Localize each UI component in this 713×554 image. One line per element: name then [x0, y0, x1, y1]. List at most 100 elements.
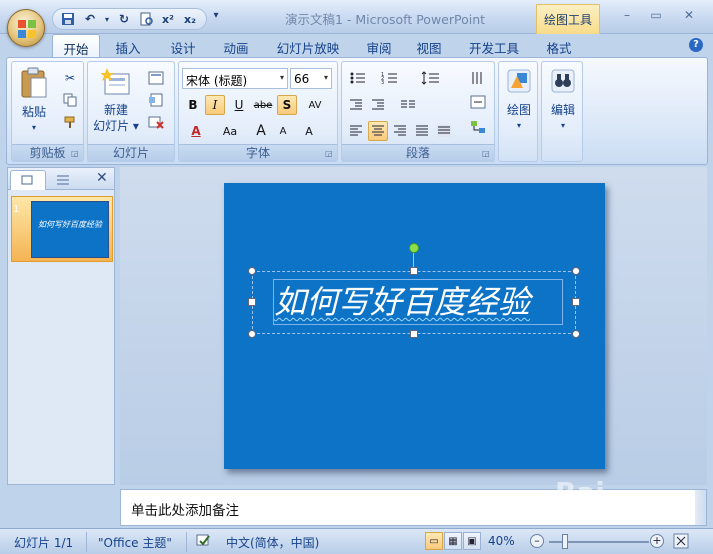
resize-handle-top-right[interactable]	[572, 267, 580, 275]
tab-review[interactable]: 审阅	[354, 34, 404, 58]
fit-to-window-icon[interactable]	[673, 533, 689, 552]
text-shadow-button[interactable]: S	[277, 95, 297, 115]
font-name-combo[interactable]: 宋体 (标题) ▾	[182, 68, 288, 89]
text-direction-icon[interactable]	[466, 68, 490, 88]
resize-handle-right[interactable]	[572, 298, 580, 306]
zoom-in-icon[interactable]: +	[650, 534, 664, 548]
smartart-icon[interactable]	[466, 117, 490, 137]
new-slide-label-2: 幻灯片 ▾	[93, 119, 139, 133]
close-pane-icon[interactable]: ✕	[96, 170, 110, 186]
zoom-level[interactable]: 40%	[488, 534, 515, 548]
reset-icon[interactable]	[146, 90, 166, 110]
columns-icon[interactable]	[394, 95, 422, 115]
change-case-button[interactable]: Aa	[215, 121, 245, 141]
notes-area[interactable]: 单击此处添加备注	[120, 489, 707, 526]
rotate-handle[interactable]	[409, 243, 419, 253]
slide-count-status: 幻灯片 1/1	[14, 536, 74, 550]
numbering-icon[interactable]: 123	[378, 68, 406, 88]
align-center-icon[interactable]	[368, 121, 388, 141]
tab-insert[interactable]: 插入	[100, 34, 156, 58]
superscript-icon[interactable]: x²	[159, 10, 177, 28]
undo-icon[interactable]: ↶	[81, 10, 99, 28]
title-bar: ↶ ▾ ↻ x² x₂ ▾ 演示文稿1 - Microsoft PowerPoi…	[0, 0, 713, 34]
justify-icon[interactable]	[412, 121, 432, 141]
format-painter-icon[interactable]	[60, 112, 80, 132]
shrink-font-button[interactable]: A	[273, 121, 293, 141]
notes-scrollbar[interactable]	[695, 490, 706, 525]
minimize-button[interactable]: –	[614, 8, 640, 24]
paragraph-group-label: 段落	[342, 144, 494, 161]
slide-sorter-view-icon[interactable]: ▦	[444, 532, 462, 550]
new-slide-button[interactable]: 新建 幻灯片 ▾	[90, 66, 142, 134]
tab-design[interactable]: 设计	[156, 34, 210, 58]
align-left-icon[interactable]	[346, 121, 366, 141]
character-spacing-button[interactable]: AV	[301, 95, 329, 115]
help-icon[interactable]: ?	[689, 38, 703, 52]
resize-handle-bottom-left[interactable]	[248, 330, 256, 338]
tab-home[interactable]: 开始	[52, 34, 100, 58]
pane-tabs: ✕	[8, 168, 114, 190]
slides-tab[interactable]	[10, 170, 46, 190]
print-preview-icon[interactable]	[137, 10, 155, 28]
new-slide-icon	[100, 68, 130, 95]
subscript-icon[interactable]: x₂	[181, 10, 199, 28]
tab-animation[interactable]: 动画	[210, 34, 262, 58]
tab-developer[interactable]: 开发工具	[454, 34, 534, 58]
customize-quick-access-icon[interactable]: ▾	[210, 10, 222, 26]
align-right-icon[interactable]	[390, 121, 410, 141]
zoom-out-icon[interactable]: –	[530, 534, 544, 548]
cut-icon[interactable]: ✂	[60, 68, 80, 88]
decrease-indent-icon[interactable]	[346, 95, 366, 115]
line-spacing-icon[interactable]	[418, 68, 446, 88]
resize-handle-top-left[interactable]	[248, 267, 256, 275]
paste-label: 粘贴	[21, 105, 46, 119]
strikethrough-button[interactable]: abe	[253, 95, 273, 115]
copy-icon[interactable]	[60, 90, 80, 110]
font-color-button[interactable]: A	[183, 121, 209, 141]
increase-indent-icon[interactable]	[368, 95, 388, 115]
clipboard-launcher-icon[interactable]: ◲	[71, 149, 81, 159]
slide-title-text[interactable]: 如何写好百度经验	[273, 279, 563, 325]
grow-font-button[interactable]: A	[251, 121, 271, 141]
maximize-button[interactable]: ▭	[643, 8, 669, 24]
resize-handle-top[interactable]	[410, 267, 418, 275]
window-title: 演示文稿1 - Microsoft PowerPoint	[284, 12, 486, 27]
paragraph-launcher-icon[interactable]: ◲	[482, 149, 492, 159]
italic-button[interactable]: I	[205, 95, 225, 115]
delete-slide-icon[interactable]	[146, 112, 166, 132]
slideshow-view-icon[interactable]: ▣	[463, 532, 481, 550]
editing-group[interactable]: 编辑 ▾	[541, 61, 583, 162]
underline-button[interactable]: U	[229, 95, 249, 115]
font-launcher-icon[interactable]: ◲	[325, 149, 335, 159]
language-status[interactable]: 中文(简体，中国)	[226, 534, 319, 551]
editing-button[interactable]: 编辑 ▾	[546, 68, 580, 134]
undo-dropdown-icon[interactable]: ▾	[103, 10, 111, 28]
office-button[interactable]	[7, 9, 45, 47]
font-size-combo[interactable]: 66 ▾	[290, 68, 332, 89]
clear-formatting-button[interactable]: A	[299, 121, 319, 141]
outline-tab[interactable]	[46, 172, 78, 190]
slide-thumbnail[interactable]: 如何写好百度经验	[11, 196, 113, 262]
normal-view-icon[interactable]: ▭	[425, 532, 443, 550]
distribute-icon[interactable]	[434, 121, 454, 141]
spellcheck-icon[interactable]	[196, 533, 212, 550]
bold-button[interactable]: B	[183, 95, 203, 115]
zoom-slider-thumb[interactable]	[562, 534, 568, 549]
resize-handle-left[interactable]	[248, 298, 256, 306]
paste-button[interactable]: 粘贴 ▾	[15, 66, 53, 136]
resize-handle-bottom-right[interactable]	[572, 330, 580, 338]
layout-icon[interactable]	[146, 68, 166, 88]
align-text-icon[interactable]	[466, 92, 490, 112]
drawing-button[interactable]: 绘图 ▾	[503, 68, 535, 134]
close-button[interactable]: ✕	[676, 8, 702, 24]
slides-group-label: 幻灯片	[88, 144, 174, 161]
redo-icon[interactable]: ↻	[115, 10, 133, 28]
slides-group: 新建 幻灯片 ▾ 幻灯片	[87, 61, 175, 162]
drawing-group[interactable]: 绘图 ▾	[498, 61, 538, 162]
resize-handle-bottom[interactable]	[410, 330, 418, 338]
bullets-icon[interactable]	[346, 68, 374, 88]
save-icon[interactable]	[59, 10, 77, 28]
tab-view[interactable]: 视图	[404, 34, 454, 58]
tab-format[interactable]: 格式	[534, 34, 584, 58]
tab-slideshow[interactable]: 幻灯片放映	[262, 34, 354, 58]
